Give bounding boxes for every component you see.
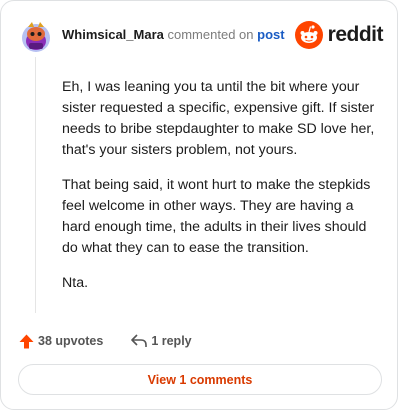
upvote-arrow-icon <box>19 334 34 348</box>
avatar[interactable] <box>19 19 53 53</box>
reply-count: 1 reply <box>151 334 192 348</box>
upvote-count: 38 upvotes <box>38 334 104 348</box>
commented-on-label: commented on <box>167 27 254 42</box>
reply-arrow-icon <box>131 334 148 347</box>
view-comments-button[interactable]: View 1 comments <box>18 364 382 395</box>
reddit-wordmark: reddit <box>327 23 384 46</box>
thread-line <box>35 57 36 313</box>
comment-card: Whimsical_Mara commented on post reddit … <box>0 0 398 410</box>
comment-byline: Whimsical_Mara commented on post <box>62 27 285 42</box>
username-link[interactable]: Whimsical_Mara <box>62 27 164 42</box>
upvote-button[interactable]: 38 upvotes <box>19 334 103 349</box>
comment-body: Eh, I was leaning you ta until the bit w… <box>62 77 382 308</box>
reddit-logo-icon <box>294 21 323 49</box>
comment-paragraph: Eh, I was leaning you ta until the bit w… <box>62 79 375 158</box>
comment-actions: 38 upvotes 1 reply <box>19 331 192 351</box>
reply-button[interactable]: 1 reply <box>131 334 192 348</box>
comment-paragraph: That being said, it wont hurt to make th… <box>62 177 371 256</box>
comment-header: Whimsical_Mara commented on post reddit <box>19 17 384 53</box>
post-link[interactable]: post <box>257 27 284 42</box>
reddit-logo[interactable]: reddit <box>294 21 384 49</box>
comment-paragraph: Nta. <box>62 275 89 291</box>
